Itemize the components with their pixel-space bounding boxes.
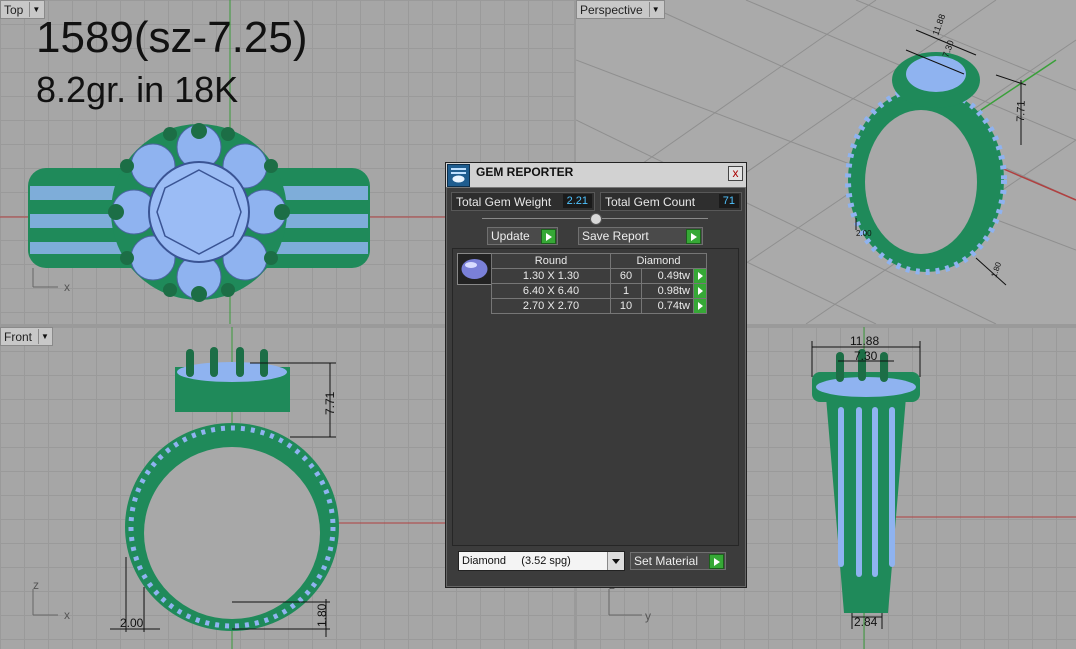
- total-gem-count-field: Total Gem Count 71: [600, 192, 742, 211]
- panel-title: GEM REPORTER: [476, 165, 574, 179]
- total-gem-weight-value: 2.21: [562, 194, 592, 208]
- svg-text:7.71: 7.71: [1015, 100, 1028, 122]
- viewport-label: Top: [4, 2, 24, 17]
- viewport-label: Front: [4, 329, 33, 344]
- gem-size: 2.70 X 2.70: [491, 298, 611, 314]
- panel-titlebar[interactable]: GEM REPORTER x: [446, 163, 746, 188]
- viewport-label: Perspective: [580, 2, 643, 17]
- axis-x-label: x: [64, 280, 70, 294]
- total-gem-weight-field: Total Gem Weight 2.21: [451, 192, 595, 211]
- update-button-label: Update: [491, 229, 530, 243]
- gem-table-header: Round Diamond: [491, 253, 707, 269]
- close-icon[interactable]: x: [728, 166, 743, 181]
- svg-text:1.80: 1.80: [315, 603, 329, 627]
- chevron-down-icon[interactable]: ▼: [38, 329, 51, 344]
- svg-text:2.00: 2.00: [120, 616, 144, 630]
- total-gem-weight-label: Total Gem Weight: [456, 194, 552, 209]
- front-viewport-tab[interactable]: Front ▼: [0, 327, 53, 346]
- table-row[interactable]: 1.30 X 1.30 60 0.49tw: [491, 268, 707, 284]
- play-arrow-icon: [686, 229, 701, 244]
- table-row[interactable]: 2.70 X 2.70 10 0.74tw: [491, 298, 707, 314]
- row-play-icon[interactable]: [693, 298, 707, 314]
- svg-text:1.80: 1.80: [989, 260, 1003, 278]
- axis-z-label: z: [33, 578, 39, 592]
- chevron-down-icon[interactable]: [607, 552, 624, 570]
- set-material-button[interactable]: Set Material: [630, 552, 726, 570]
- material-select[interactable]: Diamond (3.52 spg): [458, 551, 625, 571]
- axis-x-label: x: [64, 608, 70, 622]
- row-play-icon[interactable]: [693, 283, 707, 299]
- gem-weight: 0.98tw: [641, 283, 694, 299]
- gem-table: Round Diamond 1.30 X 1.30 60 0.49tw 6.40…: [491, 253, 707, 314]
- table-row[interactable]: 6.40 X 6.40 1 0.98tw: [491, 283, 707, 299]
- axis-y-label: y: [645, 609, 651, 623]
- play-arrow-icon: [709, 554, 724, 569]
- header-round: Round: [491, 253, 611, 269]
- set-material-button-label: Set Material: [634, 554, 699, 568]
- svg-text:2.84: 2.84: [854, 615, 878, 629]
- gem-count: 10: [610, 298, 642, 314]
- gem-size: 6.40 X 6.40: [491, 283, 611, 299]
- perspective-viewport-tab[interactable]: Perspective ▼: [576, 0, 665, 19]
- round-gem-icon: [457, 253, 492, 285]
- material-select-value: Diamond (3.52 spg): [462, 555, 571, 567]
- update-button[interactable]: Update: [487, 227, 558, 245]
- save-report-button-label: Save Report: [582, 229, 649, 243]
- svg-text:11.88: 11.88: [930, 13, 947, 37]
- save-report-button[interactable]: Save Report: [578, 227, 703, 245]
- header-diamond: Diamond: [610, 253, 707, 269]
- gem-reporter-logo-icon: [447, 164, 470, 187]
- model-weight: 8.2gr. in 18K: [36, 69, 239, 110]
- chevron-down-icon[interactable]: ▼: [648, 2, 662, 17]
- gem-weight: 0.49tw: [641, 268, 694, 284]
- collapse-toggle-icon[interactable]: [590, 213, 602, 225]
- svg-text:7.30: 7.30: [854, 349, 878, 363]
- gem-weight: 0.74tw: [641, 298, 694, 314]
- svg-text:7.71: 7.71: [323, 391, 337, 415]
- total-gem-count-label: Total Gem Count: [605, 194, 696, 209]
- gem-reporter-panel: GEM REPORTER x Total Gem Weight 2.21 Tot…: [445, 162, 747, 588]
- gem-count: 60: [610, 268, 642, 284]
- gem-list: Round Diamond 1.30 X 1.30 60 0.49tw 6.40…: [452, 248, 739, 546]
- row-play-icon[interactable]: [693, 268, 707, 284]
- svg-text:11.88: 11.88: [850, 334, 879, 348]
- svg-text:2.00: 2.00: [856, 229, 872, 238]
- gem-size: 1.30 X 1.30: [491, 268, 611, 284]
- total-gem-count-value: 71: [718, 194, 739, 208]
- gem-count: 1: [610, 283, 642, 299]
- play-arrow-icon: [541, 229, 556, 244]
- model-title: 1589(sz-7.25): [36, 13, 308, 62]
